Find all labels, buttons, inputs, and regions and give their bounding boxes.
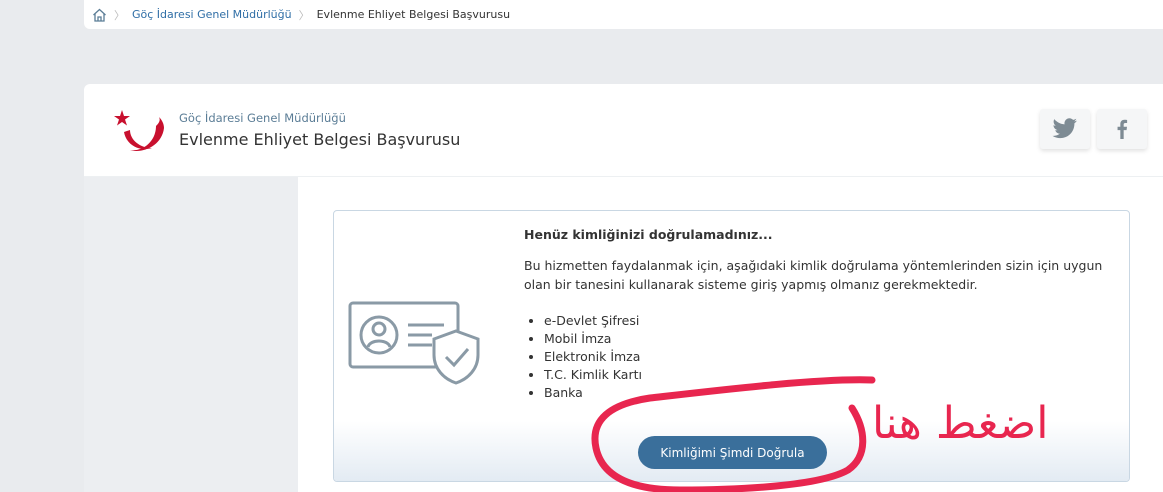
list-item: Mobil İmza xyxy=(544,330,642,348)
verification-description: Bu hizmetten faydalanmak için, aşağıdaki… xyxy=(524,258,1103,292)
twitter-icon xyxy=(1052,118,1077,139)
chevron-right-icon: 〉 xyxy=(298,8,310,22)
breadcrumb-item-current: Evlenme Ehliyet Belgesi Başvurusu xyxy=(316,8,511,21)
list-item: T.C. Kimlik Kartı xyxy=(544,366,642,384)
facebook-share-button[interactable] xyxy=(1097,109,1147,149)
list-item: Banka xyxy=(544,384,642,402)
breadcrumb-item-institution[interactable]: Göç İdaresi Genel Müdürlüğü xyxy=(132,8,292,21)
home-icon[interactable] xyxy=(91,7,107,23)
twitter-share-button[interactable] xyxy=(1040,109,1090,149)
verification-methods-list: e-Devlet Şifresi Mobil İmza Elektronik İ… xyxy=(524,312,642,402)
page-title: Evlenme Ehliyet Belgesi Başvurusu xyxy=(179,130,461,149)
chevron-right-icon: 〉 xyxy=(114,8,125,22)
verification-title: Henüz kimliğinizi doğrulamadınız... xyxy=(524,227,773,242)
sidebar xyxy=(84,177,298,492)
list-item: Elektronik İmza xyxy=(544,348,642,366)
page-header: Göç İdaresi Genel Müdürlüğü Evlenme Ehli… xyxy=(84,84,1163,177)
annotation-text: اضغط هنا xyxy=(872,398,1049,449)
facebook-icon xyxy=(1117,119,1128,139)
institution-name: Göç İdaresi Genel Müdürlüğü xyxy=(179,111,346,125)
logo-crescent-star xyxy=(114,110,164,152)
id-card-shield-icon xyxy=(348,301,480,385)
breadcrumb: 〉 Göç İdaresi Genel Müdürlüğü 〉 Evlenme … xyxy=(84,0,1163,29)
list-item: e-Devlet Şifresi xyxy=(544,312,642,330)
verify-identity-button[interactable]: Kimliğimi Şimdi Doğrula xyxy=(638,436,827,469)
